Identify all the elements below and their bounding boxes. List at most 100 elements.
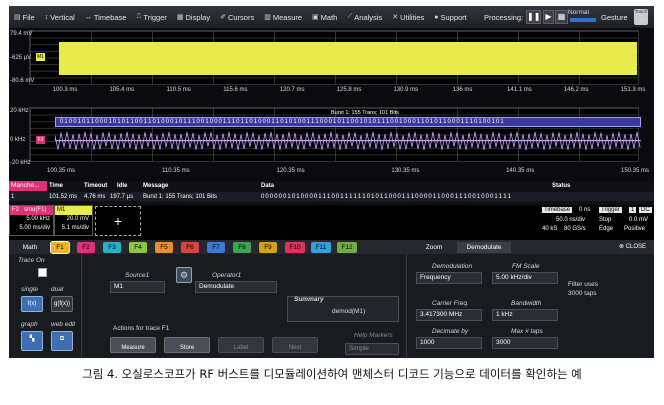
menu-cursors[interactable]: ✐ Cursors	[215, 13, 259, 22]
menu-label: Measure	[272, 12, 303, 22]
label-button[interactable]: Label	[218, 337, 264, 353]
m1-waveform	[59, 42, 637, 75]
acquisition-mode-label[interactable]: Normal	[568, 9, 589, 16]
m1-level-marker[interactable]: M1	[36, 53, 45, 61]
manchester-decode-band[interactable]: 0 1 0 0 1 0 1 1 0 0 0 1 0 1 0 1 1 0 0 1 …	[55, 117, 641, 127]
menu-trigger[interactable]: ⎍ Trigger	[131, 13, 171, 22]
f2-level-marker[interactable]: F2	[36, 136, 45, 144]
decimate-field[interactable]: 1000	[416, 337, 482, 349]
timebase-samples: 40 kS	[542, 226, 558, 232]
trigger-type: Edge	[599, 226, 614, 232]
tab-f2[interactable]: F2	[77, 242, 95, 253]
col-header-idle[interactable]: Idle	[117, 183, 127, 189]
figure-caption: 그림 4. 오실로스코프가 RF 버스트를 디모듈레이션하여 맨체스터 디코드 …	[82, 367, 582, 381]
cell-timeout: 4.76 ms	[84, 194, 106, 200]
pause-button[interactable]: ❚❚	[526, 10, 541, 24]
operator-icon[interactable]: ⚙	[176, 267, 192, 283]
col-header-timeout[interactable]: Timeout	[84, 183, 107, 189]
col-header-message[interactable]: Message	[143, 183, 168, 189]
fm-scale-label: FM Scale	[512, 263, 540, 270]
m1-descriptor[interactable]: M1 20.0 mV 5.1 ms/div	[54, 205, 93, 236]
tab-f6[interactable]: F6	[181, 242, 199, 253]
col-header-data[interactable]: Data	[261, 183, 274, 189]
web-edit-button[interactable]: ⧉	[51, 331, 73, 351]
col-header-status[interactable]: Status	[552, 183, 570, 189]
y-tick-label: -20 kHz	[10, 160, 31, 166]
dialog-tab-bar: Math F1 F2 F3 F4 F5 F6 F7 F8 F9 F10 F11 F12 Zoom De…	[9, 240, 654, 254]
f2-descriptor-head: F2 smo(F1)	[10, 206, 53, 215]
web-edit-label: web edit	[51, 321, 76, 328]
menu-utilities[interactable]: ✕ Utilities	[387, 13, 429, 22]
x-tick-label: 110.35 ms	[162, 168, 190, 174]
menu-support[interactable]: ● Support	[429, 13, 472, 22]
carrier-freq-field[interactable]: 3.417300 MHz	[416, 309, 482, 321]
bandwidth-label: Bandwidth	[511, 300, 542, 307]
trigger-header[interactable]: Trigger	[599, 207, 622, 213]
timebase-header[interactable]: Timebase	[542, 207, 573, 213]
tab-f10[interactable]: F10	[285, 242, 305, 253]
decoder-tag[interactable]: Manche...	[9, 181, 47, 191]
menu-analysis[interactable]: ⟋ Analysis	[342, 13, 387, 22]
single-function-button[interactable]: f(x)	[21, 296, 43, 312]
tab-math[interactable]: Math	[15, 242, 45, 253]
store-button[interactable]: Store	[164, 337, 210, 353]
tab-f3[interactable]: F3	[103, 242, 121, 253]
touch-icon[interactable]: Touch	[634, 9, 648, 25]
trace-on-checkbox[interactable]	[38, 268, 47, 277]
operator1-label: Operator1	[212, 272, 242, 279]
menu-display[interactable]: ▦ Display	[172, 13, 215, 22]
display-icon: ▦	[176, 14, 184, 21]
close-button[interactable]: ⊗ CLOSE	[619, 243, 646, 250]
add-trace-button[interactable]: +	[95, 206, 141, 236]
fm-scale-field[interactable]: 5.00 kHz/div	[492, 272, 558, 284]
menu-vertical[interactable]: ↕ Vertical	[40, 13, 80, 22]
x-tick-label: 100.3 ms	[52, 87, 78, 93]
tab-f12[interactable]: F12	[337, 242, 357, 253]
x-tick-label: 130.9 ms	[393, 87, 419, 93]
decode-table[interactable]: Manche... Time Timeout Idle Message Data…	[9, 181, 654, 206]
timebase-rate: 80 GS/s	[564, 226, 586, 232]
x-tick-label: 100.35 ms	[46, 168, 76, 174]
measure-button[interactable]: Measure	[110, 337, 156, 353]
actions-label: Actions for trace F1	[113, 325, 170, 332]
graph-button[interactable]: ▚	[21, 331, 43, 351]
x-tick-label: 140.35 ms	[506, 168, 535, 174]
help-markers-field[interactable]: Simple	[345, 343, 399, 355]
next-button[interactable]: Next	[272, 337, 318, 353]
x-tick-label: 125.8 ms	[336, 87, 362, 93]
close-label: CLOSE	[625, 244, 647, 250]
tab-f8[interactable]: F8	[233, 242, 251, 253]
menu-measure[interactable]: ▥ Measure	[259, 13, 307, 22]
layout-grid-button[interactable]: ▦	[555, 10, 568, 24]
menu-math[interactable]: ▣ Math	[307, 13, 342, 22]
filter-taps-label: 3000 taps	[568, 290, 597, 297]
menu-timebase[interactable]: ↔ Timebase	[80, 13, 132, 22]
operator1-field[interactable]: Demodulate	[195, 281, 277, 293]
filter-uses-label: Filter uses	[568, 281, 598, 288]
tab-f11[interactable]: F11	[311, 242, 331, 253]
dual-function-button[interactable]: g(f(x))	[51, 296, 73, 312]
tab-f4[interactable]: F4	[129, 242, 147, 253]
demodulation-field[interactable]: Frequency	[416, 272, 482, 284]
play-button[interactable]: ▶	[543, 10, 554, 24]
tab-f1[interactable]: F1	[50, 241, 70, 254]
source1-field[interactable]: M1	[110, 281, 165, 293]
gesture-label[interactable]: Gesture	[601, 13, 628, 22]
menu-file[interactable]: ▤ File	[9, 13, 40, 22]
math-control-panel: Trace On single dual f(x) g(f(x)) graph …	[9, 254, 654, 358]
f2-descriptor[interactable]: F2 smo(F1) 5.00 kHz 5.00 ms/div	[9, 205, 54, 236]
next-button-label: Next	[288, 345, 302, 351]
trigger-source-badge: 1	[629, 207, 637, 213]
tab-f9[interactable]: F9	[259, 242, 277, 253]
x-tick-label: 141.1 ms	[507, 87, 532, 93]
trigger-icon: ⎍	[136, 13, 142, 20]
menu-label: Timebase	[93, 12, 127, 22]
tab-zoom[interactable]: Zoom	[414, 242, 454, 253]
bandwidth-field[interactable]: 1 kHz	[492, 309, 558, 321]
tab-demodulate[interactable]: Demodulate	[457, 242, 511, 253]
col-header-time[interactable]: Time	[49, 183, 63, 189]
max-taps-field[interactable]: 3000	[492, 337, 558, 349]
timebase-scale: 50.0 ns/div	[556, 217, 586, 223]
tab-f7[interactable]: F7	[207, 242, 225, 253]
tab-f5[interactable]: F5	[155, 242, 173, 253]
